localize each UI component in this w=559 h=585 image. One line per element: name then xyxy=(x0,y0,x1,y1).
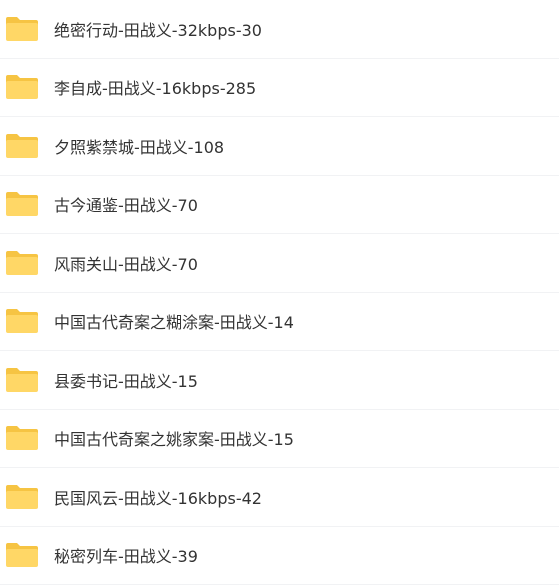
folder-name[interactable]: 风雨关山-田战义-70 xyxy=(54,251,198,275)
folder-row[interactable]: 县委书记-田战义-15 xyxy=(0,351,559,410)
folder-name[interactable]: 古今通鉴-田战义-70 xyxy=(54,192,198,216)
folder-icon xyxy=(6,192,38,217)
folder-icon xyxy=(6,484,38,509)
folder-icon xyxy=(6,16,38,41)
folder-icon xyxy=(6,75,38,100)
folder-icon xyxy=(6,426,38,451)
folder-list: 绝密行动-田战义-32kbps-30 李自成-田战义-16kbps-285 夕照紫禁… xyxy=(0,0,559,585)
folder-row[interactable]: 民国风云-田战义-16kbps-42 xyxy=(0,468,559,527)
folder-icon xyxy=(6,250,38,275)
folder-icon xyxy=(6,309,38,334)
folder-row[interactable]: 风雨关山-田战义-70 xyxy=(0,234,559,293)
folder-row[interactable]: 李自成-田战义-16kbps-285 xyxy=(0,59,559,117)
folder-row[interactable]: 中国古代奇案之姚家案-田战义-15 xyxy=(0,410,559,468)
folder-name[interactable]: 中国古代奇案之糊涂案-田战义-14 xyxy=(54,309,294,333)
folder-name[interactable]: 秘密列车-田战义-39 xyxy=(54,543,198,567)
folder-row[interactable]: 中国古代奇案之糊涂案-田战义-14 xyxy=(0,293,559,351)
folder-name[interactable]: 李自成-田战义-16kbps-285 xyxy=(54,75,256,99)
folder-name[interactable]: 中国古代奇案之姚家案-田战义-15 xyxy=(54,426,294,450)
folder-icon xyxy=(6,367,38,392)
folder-icon xyxy=(6,543,38,568)
folder-name[interactable]: 夕照紫禁城-田战义-108 xyxy=(54,134,224,158)
folder-icon xyxy=(6,133,38,158)
folder-row[interactable]: 秘密列车-田战义-39 xyxy=(0,527,559,585)
folder-row[interactable]: 绝密行动-田战义-32kbps-30 xyxy=(0,0,559,59)
folder-row[interactable]: 古今通鉴-田战义-70 xyxy=(0,176,559,234)
folder-name[interactable]: 民国风云-田战义-16kbps-42 xyxy=(54,485,262,509)
folder-row[interactable]: 夕照紫禁城-田战义-108 xyxy=(0,117,559,176)
folder-name[interactable]: 县委书记-田战义-15 xyxy=(54,368,198,392)
folder-name[interactable]: 绝密行动-田战义-32kbps-30 xyxy=(54,17,262,41)
